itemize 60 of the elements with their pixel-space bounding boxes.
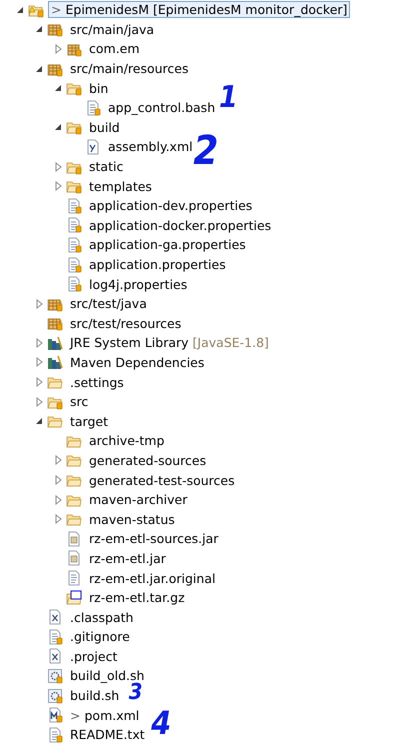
tree-item[interactable]: archive-tmp	[86, 432, 168, 450]
library-icon	[47, 334, 63, 351]
library-icon	[47, 354, 63, 370]
file-icon	[66, 256, 82, 273]
x-file-icon	[47, 648, 63, 664]
tree-item[interactable]: build	[86, 118, 123, 136]
tree-item[interactable]: target	[67, 412, 112, 430]
tree-item[interactable]: templates	[86, 178, 155, 195]
tree-item[interactable]: application.properties	[86, 256, 229, 274]
tree-item[interactable]: src/main/resources	[67, 60, 192, 78]
tree-item[interactable]: Maven Dependencies	[67, 354, 208, 371]
tree-item[interactable]: .gitignore	[67, 628, 133, 646]
tree-item[interactable]: .classpath	[67, 608, 136, 626]
file-icon	[47, 726, 63, 743]
file-icon	[47, 628, 63, 645]
tree-item[interactable]: generated-test-sources	[86, 472, 238, 489]
tree-item[interactable]: bin	[86, 80, 112, 97]
gear-file-icon	[47, 688, 63, 704]
tree-item[interactable]: application-docker.properties	[86, 216, 274, 234]
xml-file-icon	[85, 138, 101, 155]
maven-file-icon	[47, 707, 63, 724]
x-file-icon	[47, 609, 63, 626]
tree-item[interactable]: maven-archiver	[86, 491, 190, 508]
tree-item[interactable]: README.txt	[67, 726, 148, 744]
file-icon	[66, 276, 82, 292]
tree-item[interactable]: rz-em-etl.jar.original	[86, 570, 218, 587]
tree-item[interactable]: .settings	[67, 374, 127, 391]
tree-item[interactable]: JRE System Library [JavaSE-1.8]	[67, 334, 272, 352]
tree-item[interactable]: generated-sources	[86, 452, 210, 469]
tree-item[interactable]: static	[86, 158, 126, 176]
file-icon	[66, 217, 82, 234]
tree-item[interactable]: src	[67, 393, 92, 410]
tree-item[interactable]: rz-em-etl-sources.jar	[86, 530, 222, 548]
archive-file-icon	[66, 590, 82, 606]
tree-item[interactable]: > pom.xml	[67, 706, 142, 724]
tree-item[interactable]: rz-em-etl.tar.gz	[86, 589, 188, 606]
tree-item[interactable]: application-dev.properties	[86, 197, 256, 214]
tree-item[interactable]: src/test/resources	[67, 314, 184, 332]
tree-item[interactable]: com.em	[86, 40, 143, 58]
file-icon	[66, 198, 82, 214]
tree-item[interactable]: application-ga.properties	[86, 236, 249, 254]
jar-file-icon	[66, 530, 82, 547]
tree-item[interactable]: rz-em-etl.jar	[86, 550, 169, 567]
tree-item[interactable]: log4j.properties	[86, 276, 190, 293]
tree-item[interactable]: src/test/java	[67, 295, 150, 312]
file-icon	[66, 236, 82, 253]
tree-item[interactable]: maven-status	[86, 510, 178, 528]
jar-file-icon	[66, 550, 82, 566]
handwritten-number: 2	[193, 128, 218, 174]
gear-file-icon	[47, 668, 63, 684]
tree-item[interactable]: app_control.bash	[105, 99, 218, 116]
tree-item[interactable]: src/main/java	[67, 20, 158, 38]
tree-item[interactable]: assembly.xml	[105, 138, 196, 156]
handwritten-number: 4	[151, 704, 172, 742]
file-icon	[66, 570, 82, 586]
tree-item[interactable]: .project	[67, 648, 120, 665]
tree-item[interactable]: build.sh	[67, 687, 122, 704]
handwritten-number: 1	[219, 80, 238, 115]
tree-item[interactable]: > EpimenidesM [EpimenidesM monitor_docker]	[48, 1, 350, 18]
file-icon	[85, 100, 101, 116]
